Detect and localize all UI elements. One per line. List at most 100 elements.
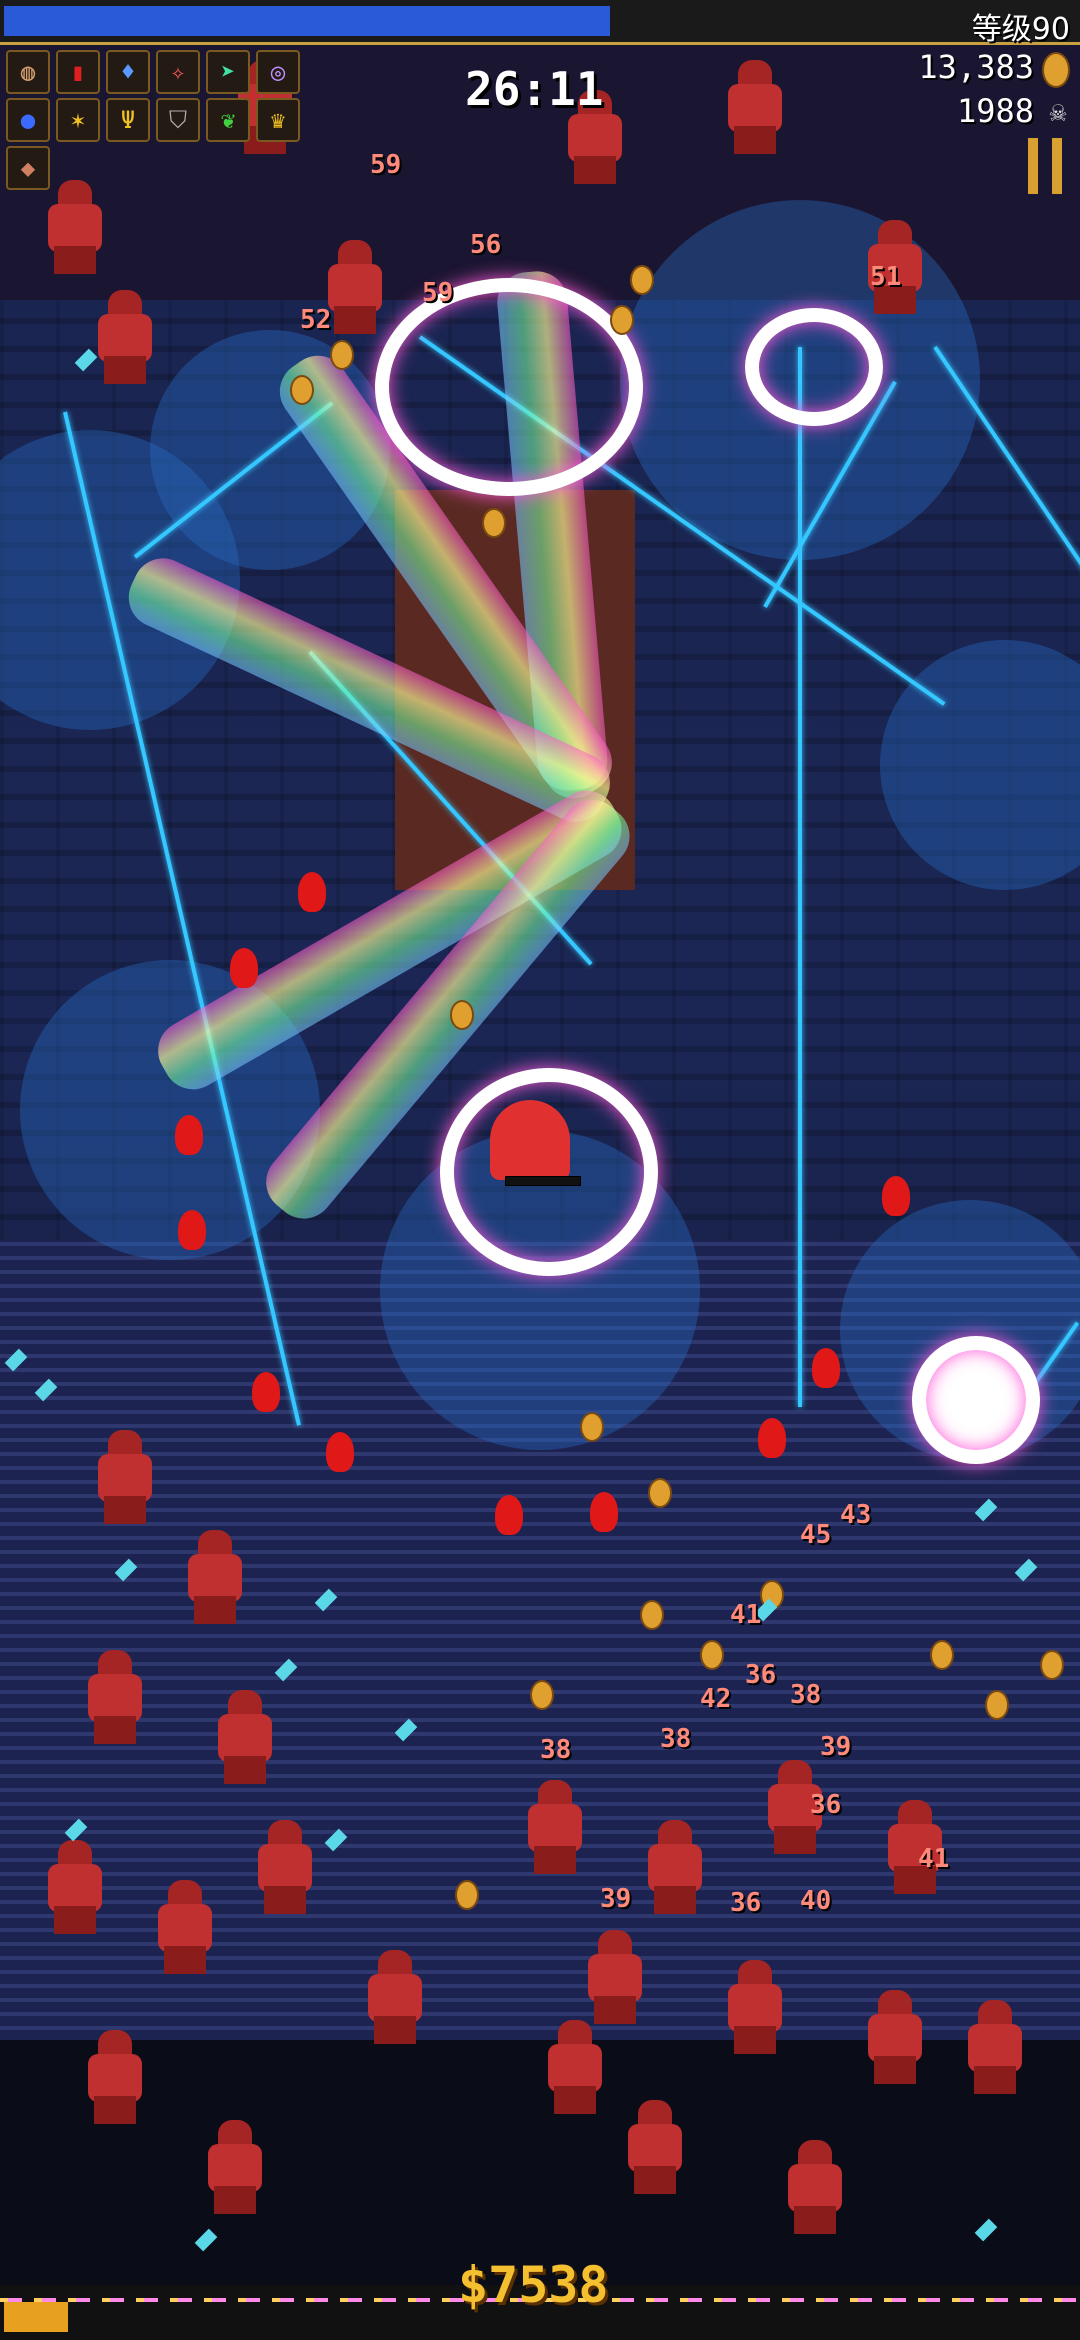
gold-coin (610, 305, 634, 335)
red-enemy (780, 2140, 850, 2235)
xp-bar: 等级90 (0, 0, 1080, 47)
gold-coin (648, 1478, 672, 1508)
vortex-icon: ◎ (270, 58, 286, 86)
red-enemy (210, 1690, 280, 1785)
game-viewport[interactable]: 59 51 52 56 59 38 38 41 45 36 39 36 38 3… (0, 0, 1080, 2340)
crown-icon: ♛ (270, 106, 286, 134)
red-enemy (360, 1950, 430, 2045)
passive-slot: ✶ (56, 98, 100, 142)
damage-number: 38 (790, 1680, 822, 1710)
damage-number: 40 (800, 1886, 832, 1916)
gold-counter: $7538 (458, 2256, 609, 2314)
gold-coin (290, 375, 314, 405)
damage-number: 36 (730, 1888, 762, 1918)
yellow-crown-frame-icon: ✶ (70, 106, 86, 134)
passive-slot: Ψ (106, 98, 150, 142)
gold-coin (985, 1690, 1009, 1720)
fire-wand-flame (326, 1432, 354, 1472)
fire-wand-flame (230, 948, 258, 988)
fire-wand-flame (298, 872, 326, 912)
red-enemy (640, 1820, 710, 1915)
fire-wand-flame (590, 1492, 618, 1532)
damage-number: 43 (840, 1500, 872, 1530)
blue-potion-icon: ♦ (120, 58, 136, 86)
pause-icon (1052, 138, 1062, 194)
holy-ring (745, 308, 883, 426)
gold-coin (1040, 1650, 1064, 1680)
holy-ring (375, 278, 643, 496)
gold-coin (640, 1600, 664, 1630)
gold-coin (930, 1640, 954, 1670)
red-enemy (200, 2120, 270, 2215)
blue-orb-icon: ● (20, 106, 36, 134)
red-book-icon: ▮ (70, 58, 86, 86)
red-enemy (540, 2020, 610, 2115)
damage-number: 51 (870, 262, 902, 292)
damage-number: 39 (820, 1732, 852, 1762)
fire-wand-flame (758, 1418, 786, 1458)
passive-slot: ♛ (256, 98, 300, 142)
passive-slot: ⛉ (156, 98, 200, 142)
clover-icon: ❦ (220, 106, 236, 134)
damage-number: 36 (810, 1790, 842, 1820)
damage-number: 59 (422, 278, 454, 308)
weapon-slot: ✧ (156, 50, 200, 94)
meat-icon: ◆ (20, 154, 36, 182)
gold-coin (530, 1680, 554, 1710)
fire-wand-flame (812, 1348, 840, 1388)
red-enemy (860, 1990, 930, 2085)
red-enemy (80, 2030, 150, 2125)
gold-bar-fill (4, 2302, 68, 2332)
fire-wand-flame (495, 1495, 523, 1535)
coin-icon (1042, 52, 1070, 88)
red-enemy (180, 1530, 250, 1625)
lightning-beam (798, 347, 802, 1407)
damage-number: 41 (918, 1844, 950, 1874)
gold-coin (580, 1412, 604, 1442)
gold-coin (700, 1640, 724, 1670)
weapon-slot: ◎ (256, 50, 300, 94)
weapon-slot: ♦ (106, 50, 150, 94)
xp-bar-fill (4, 6, 610, 36)
pause-button[interactable] (1028, 138, 1066, 194)
red-enemy (80, 1650, 150, 1745)
red-enemy (520, 1780, 590, 1875)
fire-wand-flame (882, 1176, 910, 1216)
red-enemy (620, 2100, 690, 2195)
gold-coin (630, 265, 654, 295)
weapon-slot: ◍ (6, 50, 50, 94)
passive-slot: ● (6, 98, 50, 142)
red-enemy (720, 60, 790, 155)
red-enemy (580, 1930, 650, 2025)
red-enemy (250, 1820, 320, 1915)
tiramisu-icon: ◍ (20, 58, 36, 86)
damage-number: 59 (370, 150, 402, 180)
eye-of-sun-icon: ✧ (170, 58, 186, 86)
fire-wand-flame (252, 1372, 280, 1412)
gold-coin (450, 1000, 474, 1030)
player-hp-bar (505, 1176, 581, 1186)
damage-number: 38 (540, 1735, 572, 1765)
coin-count: 13,383 (918, 48, 1034, 86)
damage-number: 36 (745, 1660, 777, 1690)
candelabra-icon: Ψ (120, 106, 136, 134)
kill-count: 1988 (956, 92, 1034, 130)
damage-number: 41 (730, 1600, 762, 1630)
red-enemy (90, 290, 160, 385)
holy-ring (912, 1336, 1040, 1464)
red-enemy (960, 2000, 1030, 2095)
skull-icon: ☠ (1049, 95, 1067, 128)
red-enemy (150, 1880, 220, 1975)
weapon-slot: ▮ (56, 50, 100, 94)
damage-number: 45 (800, 1520, 832, 1550)
passive-slot: ❦ (206, 98, 250, 142)
red-enemy (90, 1430, 160, 1525)
red-enemy (720, 1960, 790, 2055)
weapon-slot: ➤ (206, 50, 250, 94)
gold-coin (455, 1880, 479, 1910)
red-enemy (40, 1840, 110, 1935)
armor-icon: ⛉ (169, 106, 187, 134)
fire-wand-flame (178, 1210, 206, 1250)
damage-number: 38 (660, 1724, 692, 1754)
item-slot: ◆ (6, 146, 50, 190)
